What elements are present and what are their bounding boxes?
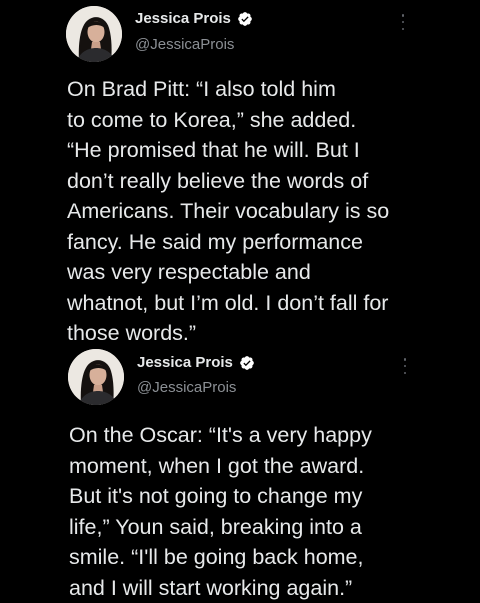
tweet-text-line: whatnot, but I’m old. I don’t fall for	[67, 288, 427, 319]
tweet-text-line: moment, when I got the award.	[69, 451, 419, 482]
verified-badge-icon	[237, 11, 253, 27]
tweet-text-line: But it's not going to change my	[69, 481, 419, 512]
tweet-text-line: “He promised that he will. But I	[67, 135, 427, 166]
author-handle[interactable]: @JessicaProis	[137, 379, 236, 396]
author-handle[interactable]: @JessicaProis	[135, 36, 234, 53]
avatar[interactable]	[68, 349, 124, 405]
tweet-text-line: Americans. Their vocabulary is so	[67, 196, 427, 227]
tweet-text-line: smile. “I'll be going back home,	[69, 542, 419, 573]
tweet-text-line: to come to Korea,” she added.	[67, 105, 427, 136]
more-vertical-icon[interactable]	[402, 358, 408, 374]
tweet-text-line: fancy. He said my performance	[67, 227, 427, 258]
avatar-photo	[66, 6, 122, 62]
tweet-text-line: was very respectable and	[67, 257, 427, 288]
author-name-row: Jessica Prois	[135, 10, 253, 27]
tweet-text-line: and I will start working again.”	[69, 573, 419, 603]
tweet-text: On the Oscar: “It's a very happy moment,…	[69, 420, 419, 603]
tweet-text-line: On Brad Pitt: “I also told him	[67, 74, 427, 105]
tweet-text-line: On the Oscar: “It's a very happy	[69, 420, 419, 451]
author-display-name[interactable]: Jessica Prois	[137, 354, 233, 371]
tweet-text-line: don’t really believe the words of	[67, 166, 427, 197]
tweet-text: On Brad Pitt: “I also told him to come t…	[67, 74, 427, 349]
author-name-row: Jessica Prois	[137, 354, 255, 371]
more-vertical-icon[interactable]	[400, 14, 406, 30]
verified-badge-icon	[239, 355, 255, 371]
avatar[interactable]	[66, 6, 122, 62]
avatar-photo	[68, 349, 124, 405]
tweet-card[interactable]: Jessica Prois @JessicaProis On the Oscar…	[0, 340, 480, 600]
tweet-text-line: life,” Youn said, breaking into a	[69, 512, 419, 543]
author-display-name[interactable]: Jessica Prois	[135, 10, 231, 27]
tweet-card[interactable]: Jessica Prois @JessicaProis On Brad Pitt…	[0, 0, 480, 340]
